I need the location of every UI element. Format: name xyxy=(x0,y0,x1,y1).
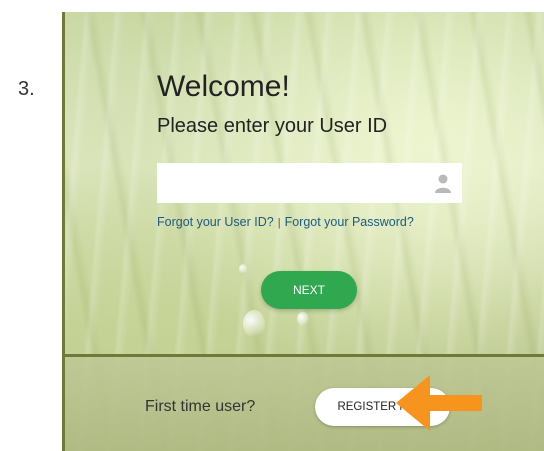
water-droplet-decoration xyxy=(239,264,247,274)
userid-prompt: Please enter your User ID xyxy=(157,115,388,137)
first-time-user-label: First time user? xyxy=(145,398,256,415)
water-droplet-decoration xyxy=(297,312,309,326)
arrow-left-icon xyxy=(396,375,482,431)
forgot-links: Forgot your User ID? | Forgot your Passwor… xyxy=(157,215,414,229)
welcome-heading: Welcome! xyxy=(157,70,290,103)
water-droplet-decoration xyxy=(243,310,265,338)
userid-input[interactable] xyxy=(157,163,427,203)
userid-field[interactable] xyxy=(157,163,462,203)
next-button[interactable]: NEXT xyxy=(261,271,357,309)
user-icon xyxy=(435,174,451,193)
link-separator: | xyxy=(277,217,281,229)
step-number: 3. xyxy=(18,78,35,100)
forgot-password-link[interactable]: Forgot your Password? xyxy=(285,215,414,229)
forgot-userid-link[interactable]: Forgot your User ID? xyxy=(157,215,274,229)
